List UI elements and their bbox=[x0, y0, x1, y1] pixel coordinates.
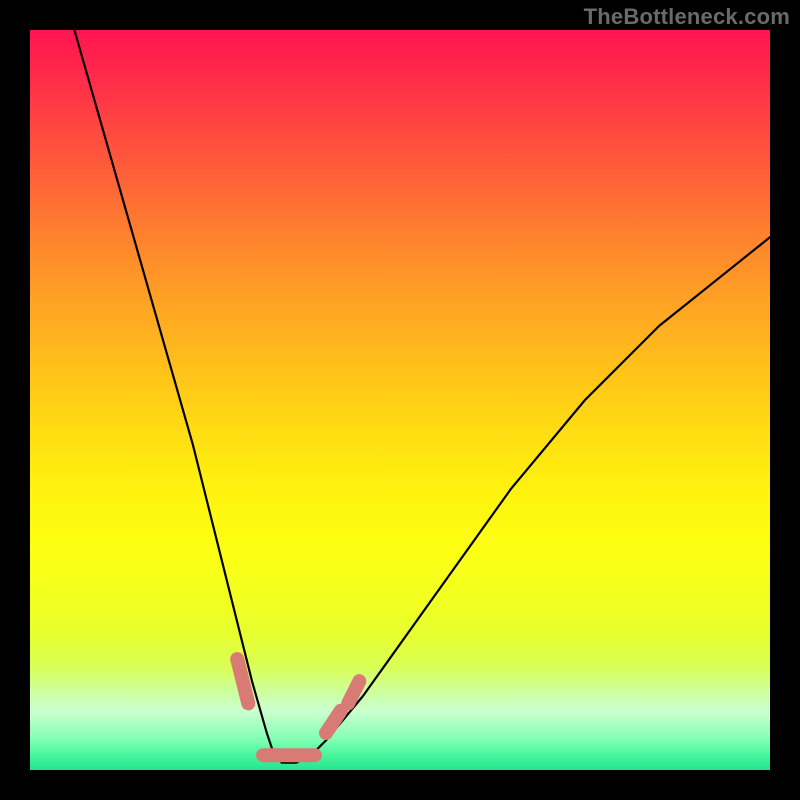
highlight-segment bbox=[348, 681, 359, 703]
highlight-segment bbox=[326, 711, 341, 733]
highlight-segment bbox=[237, 659, 248, 703]
chart-container: TheBottleneck.com bbox=[0, 0, 800, 800]
highlight-segments bbox=[237, 659, 359, 755]
watermark-label: TheBottleneck.com bbox=[584, 4, 790, 30]
bottleneck-curve bbox=[30, 30, 770, 770]
curve-path bbox=[74, 30, 770, 763]
plot-area bbox=[30, 30, 770, 770]
